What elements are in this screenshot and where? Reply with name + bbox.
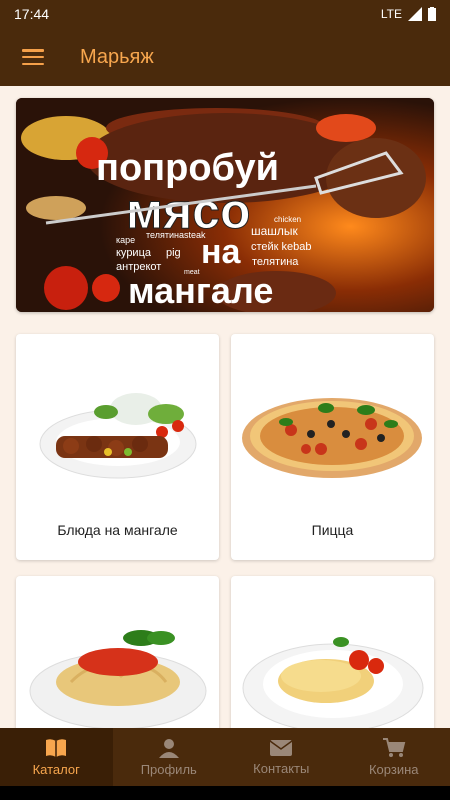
menu-button[interactable] — [22, 49, 44, 65]
banner-tag: chicken — [274, 215, 301, 224]
banner-tag: шашлык — [251, 224, 299, 238]
network-label: LTE — [380, 7, 402, 21]
hamburger-line — [22, 55, 44, 59]
banner-tag: курица — [116, 247, 152, 259]
banner-tag: стейк kebab — [251, 241, 312, 253]
banner-tag: телятина — [252, 256, 299, 268]
spaghetti-plate-image — [29, 630, 207, 728]
hamburger-icon — [22, 49, 44, 52]
category-card-pizza[interactable]: Пицца — [231, 334, 434, 560]
banner-tag: meat — [184, 269, 200, 276]
nav-profile[interactable]: Профиль — [113, 728, 226, 786]
pizza-image — [242, 398, 422, 478]
banner-tag: каре — [116, 235, 135, 245]
banner-line4: мангале — [128, 270, 273, 311]
battery-icon — [428, 7, 436, 21]
status-bar: 17:44 LTE — [0, 0, 450, 28]
nav-label: Каталог — [32, 761, 80, 777]
banner-tag: телятина — [146, 230, 184, 240]
banner-tag: steak — [184, 230, 206, 240]
hamburger-line — [22, 62, 44, 65]
signal-icon — [408, 7, 422, 21]
category-label: Блюда на мангале — [57, 522, 178, 538]
system-navigation-bar — [0, 786, 450, 800]
nav-cart[interactable]: Корзина — [338, 728, 450, 786]
nav-catalog[interactable]: Каталог — [0, 728, 113, 786]
mail-icon — [269, 739, 293, 756]
nav-label: Корзина — [368, 761, 419, 777]
app-title: Марьяж — [80, 45, 154, 68]
banner-line3: на — [201, 233, 242, 271]
banner-tag: антрекот — [116, 261, 161, 273]
status-icons: LTE — [381, 7, 436, 21]
shashlik-plate-image — [39, 393, 197, 479]
nav-label: Контакты — [253, 760, 310, 776]
category-card-grill[interactable]: Блюда на мангале — [16, 334, 219, 560]
status-time: 17:44 — [14, 6, 50, 22]
nav-label: Профиль — [140, 761, 197, 777]
category-card-omelette[interactable] — [231, 576, 434, 728]
omelette-plate-image — [242, 637, 424, 728]
banner-image: попробуй мясо на мангале каре телятина к… — [16, 98, 434, 312]
category-label: Пицца — [311, 522, 354, 538]
book-icon — [46, 738, 67, 757]
cart-icon — [382, 737, 406, 757]
catalog-content[interactable]: попробуй мясо на мангале каре телятина к… — [0, 86, 450, 728]
bottom-navigation: Каталог Профиль Контакты Корзина — [0, 728, 450, 786]
person-icon — [158, 738, 179, 758]
promo-banner[interactable]: попробуй мясо на мангале каре телятина к… — [16, 98, 434, 312]
nav-contacts[interactable]: Контакты — [225, 728, 338, 786]
category-card-pasta[interactable] — [16, 576, 219, 728]
app-bar: Марьяж — [0, 28, 450, 86]
banner-tag: pig — [166, 247, 181, 259]
